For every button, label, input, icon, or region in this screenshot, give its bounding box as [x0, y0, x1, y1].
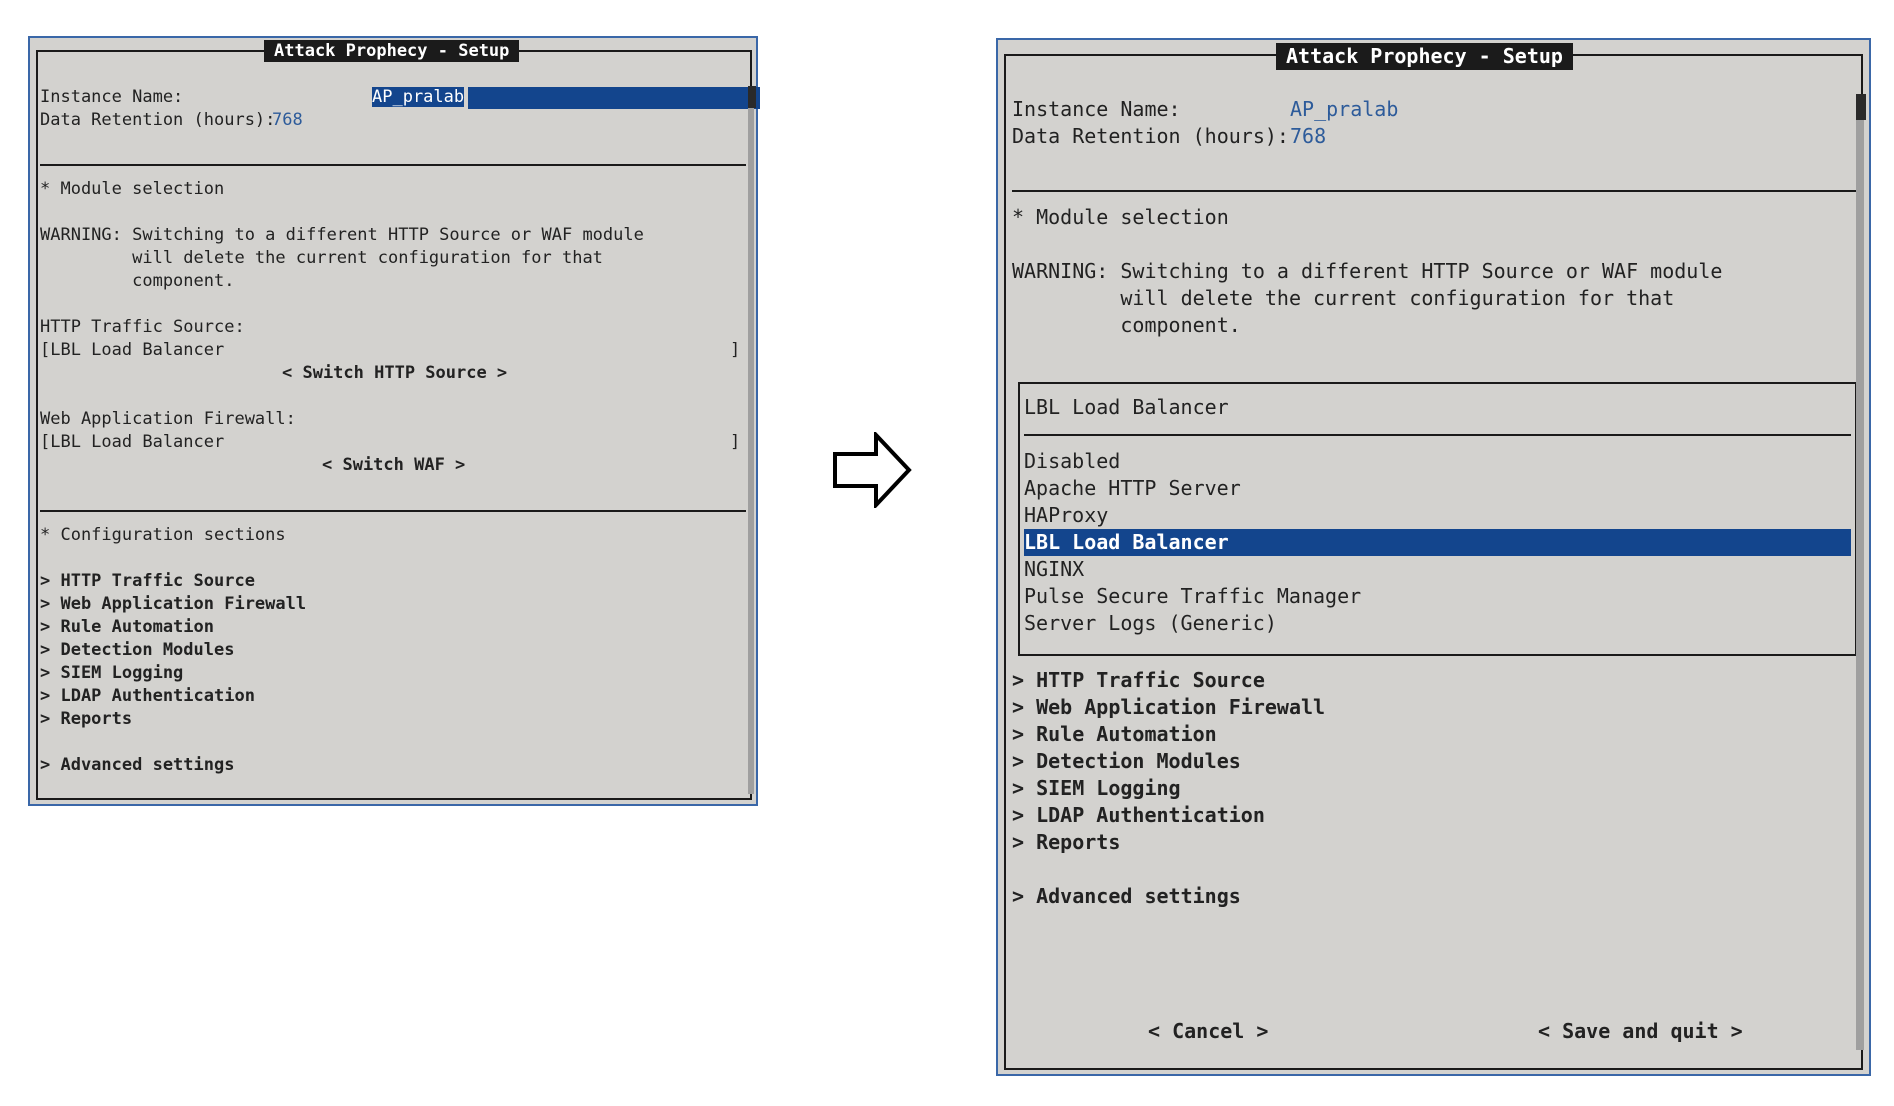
switch-http-source-button[interactable]: < Switch HTTP Source > — [282, 362, 507, 385]
section-detection-modules[interactable]: > Detection Modules — [1012, 748, 1241, 775]
option-pulse-secure-traffic-manager[interactable]: Pulse Secure Traffic Manager — [1024, 583, 1361, 610]
divider — [40, 510, 746, 512]
waf-value: [LBL Load Balancer — [40, 432, 225, 452]
scrollbar[interactable] — [1856, 120, 1864, 1050]
scrollbar[interactable] — [748, 104, 754, 794]
section-web-application-firewall[interactable]: > Web Application Firewall — [1012, 694, 1325, 721]
data-retention-label: Data Retention (hours): — [1012, 124, 1289, 148]
bracket-close: ] — [730, 432, 741, 452]
divider — [1012, 190, 1858, 192]
section-siem-logging[interactable]: > SIEM Logging — [1012, 775, 1181, 802]
section-rule-automation[interactable]: > Rule Automation — [1012, 721, 1217, 748]
section-reports[interactable]: > Reports — [1012, 829, 1120, 856]
data-retention-value[interactable]: 768 — [1290, 123, 1326, 150]
setup-window-after: Attack Prophecy - Setup Instance Name: A… — [996, 38, 1871, 1076]
module-selection-heading: * Module selection — [40, 179, 225, 199]
warning-text: component. — [1012, 313, 1241, 337]
window-title: Attack Prophecy - Setup — [1276, 43, 1573, 70]
option-apache-http-server[interactable]: Apache HTTP Server — [1024, 475, 1241, 502]
section-siem-logging[interactable]: > SIEM Logging — [40, 662, 183, 685]
option-haproxy[interactable]: HAProxy — [1024, 502, 1108, 529]
section-detection-modules[interactable]: > Detection Modules — [40, 639, 234, 662]
instance-name-label: Instance Name: — [40, 87, 184, 107]
section-rule-automation[interactable]: > Rule Automation — [40, 616, 214, 639]
instance-name-value: AP_pralab — [372, 87, 465, 107]
section-http-traffic-source[interactable]: > HTTP Traffic Source — [40, 570, 255, 593]
data-retention-label: Data Retention (hours): — [40, 110, 276, 130]
divider — [40, 164, 746, 166]
save-and-quit-button[interactable]: < Save and quit > — [1538, 1018, 1743, 1045]
option-lbl-load-balancer-selected[interactable]: LBL Load Balancer — [1024, 529, 1851, 556]
module-selection-popup: LBL Load Balancer Disabled Apache HTTP S… — [1018, 382, 1857, 656]
http-source-value: [LBL Load Balancer — [40, 340, 225, 360]
section-http-traffic-source[interactable]: > HTTP Traffic Source — [1012, 667, 1265, 694]
waf-label: Web Application Firewall: — [40, 409, 296, 429]
popup-title: LBL Load Balancer — [1024, 395, 1229, 419]
cancel-button[interactable]: < Cancel > — [1148, 1018, 1268, 1045]
instance-name-value[interactable]: AP_pralab — [1290, 96, 1398, 123]
popup-divider — [1024, 434, 1851, 436]
section-web-application-firewall[interactable]: > Web Application Firewall — [40, 593, 306, 616]
warning-text: component. — [40, 271, 235, 291]
section-advanced-settings[interactable]: > Advanced settings — [40, 754, 234, 777]
warning-text: will delete the current configuration fo… — [1012, 286, 1675, 310]
data-retention-value[interactable]: 768 — [272, 109, 303, 132]
option-disabled[interactable]: Disabled — [1024, 448, 1120, 475]
bracket-close: ] — [730, 340, 741, 360]
option-server-logs-generic[interactable]: Server Logs (Generic) — [1024, 610, 1277, 637]
section-ldap-authentication[interactable]: > LDAP Authentication — [1012, 802, 1265, 829]
setup-window-before: Attack Prophecy - Setup Instance Name: A… — [28, 36, 760, 806]
warning-text: WARNING: Switching to a different HTTP S… — [40, 225, 644, 245]
module-selection-heading: * Module selection — [1012, 205, 1229, 229]
warning-text: WARNING: Switching to a different HTTP S… — [1012, 259, 1723, 283]
section-reports[interactable]: > Reports — [40, 708, 132, 731]
scrollbar-thumb[interactable] — [1856, 94, 1866, 120]
window-title: Attack Prophecy - Setup — [264, 40, 520, 62]
scrollbar-thumb[interactable] — [748, 86, 756, 108]
switch-waf-button[interactable]: < Switch WAF > — [322, 454, 465, 477]
section-advanced-settings[interactable]: > Advanced settings — [1012, 883, 1241, 910]
option-nginx[interactable]: NGINX — [1024, 556, 1084, 583]
right-arrow-icon — [833, 432, 912, 508]
instance-name-label: Instance Name: — [1012, 97, 1181, 121]
section-ldap-authentication[interactable]: > LDAP Authentication — [40, 685, 255, 708]
configuration-sections-heading: * Configuration sections — [40, 525, 286, 545]
http-source-label: HTTP Traffic Source: — [40, 317, 245, 337]
warning-text: will delete the current configuration fo… — [40, 248, 603, 268]
